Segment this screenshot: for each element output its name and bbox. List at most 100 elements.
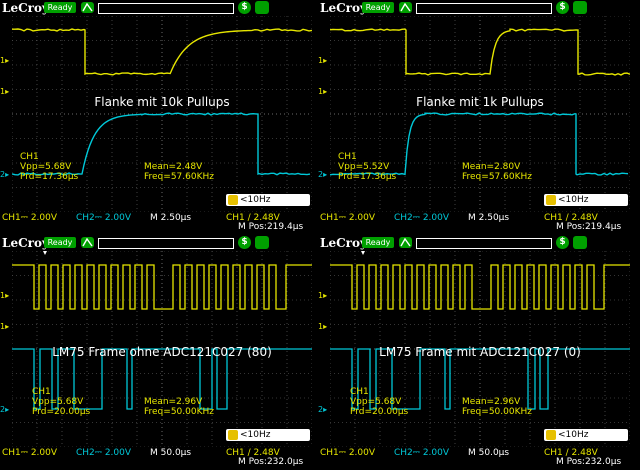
waveform-display: Flanke mit 10k Pullups CH1 Vpp=5.68V Prd… — [12, 16, 312, 212]
footer-bar: CH1⎓ 2.00V CH2⎓ 2.00V M 50.0µs CH1 ∕ 2.4… — [318, 447, 632, 465]
footer-bar: CH1⎓ 2.00V CH2⎓ 2.00V M 2.50µs CH1 ∕ 2.4… — [0, 212, 314, 230]
measure-ch: CH1 — [338, 152, 357, 162]
time-position-bar[interactable] — [98, 238, 234, 249]
time-position-bar[interactable] — [98, 3, 234, 14]
measure-vpp: Vpp=5.68V — [20, 162, 71, 172]
measure-prd: Prd=20.00µs — [350, 407, 408, 417]
measure-freq: Freq=50.00KHz — [144, 407, 214, 417]
save-icon[interactable]: $ — [238, 1, 251, 14]
trace-caption: LM75 Frame mit ADC121C027 (0) — [330, 345, 630, 359]
trigger-icon[interactable] — [399, 237, 412, 248]
ch2-marker[interactable]: 2▸ — [0, 405, 9, 414]
brand-logo: LeCroy — [320, 0, 367, 16]
bandwidth-text: <10Hz — [558, 195, 589, 205]
timebase[interactable]: M 2.50µs — [468, 213, 509, 223]
bandwidth-box[interactable]: <10Hz — [226, 429, 310, 441]
top-status-bar: LeCroy Ready $ — [318, 0, 632, 16]
bandwidth-box[interactable]: <10Hz — [544, 429, 628, 441]
measure-mean: Mean=2.80V — [462, 162, 520, 172]
ch1-marker[interactable]: 1▸ — [0, 56, 9, 65]
ch2-marker[interactable]: 2▸ — [318, 405, 327, 414]
top-status-bar: LeCroy Ready $ — [0, 235, 314, 251]
time-position-bar[interactable] — [416, 3, 552, 14]
top-status-bar: LeCroy Ready $ — [318, 235, 632, 251]
save-icon[interactable]: $ — [556, 1, 569, 14]
menu-icon[interactable] — [573, 236, 587, 249]
ch2-marker[interactable]: 2▸ — [318, 170, 327, 179]
ch2-scale[interactable]: CH2⎓ 2.00V — [394, 213, 449, 223]
scope-panel-2: LeCroy Ready $ Flanke mit 1k Pullups CH1… — [318, 0, 632, 230]
waveform-svg — [12, 16, 312, 212]
ch1-scale[interactable]: CH1⎓ 2.00V — [2, 448, 57, 458]
measure-freq: Freq=50.00KHz — [462, 407, 532, 417]
measure-mean: Mean=2.96V — [144, 397, 202, 407]
measure-prd: Prd=17.36µs — [338, 172, 396, 182]
trigger-icon[interactable] — [399, 2, 412, 13]
ch1-scale[interactable]: CH1⎓ 2.00V — [320, 213, 375, 223]
timebase[interactable]: M 50.0µs — [468, 448, 509, 458]
ch1-scale[interactable]: CH1⎓ 2.00V — [320, 448, 375, 458]
trace-caption: LM75 Frame ohne ADC121C027 (80) — [12, 345, 312, 359]
trigger-icon[interactable] — [81, 237, 94, 248]
ch1-marker[interactable]: 1▸ — [0, 291, 9, 300]
measure-mean: Mean=2.48V — [144, 162, 202, 172]
measure-prd: Prd=17.36µs — [20, 172, 78, 182]
ch2-marker[interactable]: 2▸ — [0, 170, 9, 179]
ch1-marker[interactable]: 1▸ — [318, 56, 327, 65]
menu-icon[interactable] — [255, 236, 269, 249]
brand-logo: LeCroy — [2, 235, 49, 251]
ch2-scale[interactable]: CH2⎓ 2.00V — [76, 213, 131, 223]
m-position: M Pos:219.4µs — [556, 222, 621, 232]
bw-icon — [228, 195, 238, 205]
bw-icon — [546, 195, 556, 205]
measure-mean: Mean=2.96V — [462, 397, 520, 407]
status-badge: Ready — [44, 237, 76, 248]
m-position: M Pos:232.0µs — [556, 457, 621, 467]
bw-icon — [228, 430, 238, 440]
trace-caption: Flanke mit 10k Pullups — [12, 95, 312, 109]
trigger-level-marker[interactable]: 1▸ — [0, 87, 9, 96]
top-status-bar: LeCroy Ready $ — [0, 0, 314, 16]
bandwidth-box[interactable]: <10Hz — [226, 194, 310, 206]
footer-bar: CH1⎓ 2.00V CH2⎓ 2.00V M 2.50µs CH1 ∕ 2.4… — [318, 212, 632, 230]
trigger-level-marker[interactable]: 1▸ — [318, 87, 327, 96]
trigger-level-marker[interactable]: 1▸ — [318, 322, 327, 331]
status-badge: Ready — [362, 237, 394, 248]
menu-icon[interactable] — [573, 1, 587, 14]
waveform-display: Flanke mit 1k Pullups CH1 Vpp=5.52V Prd=… — [330, 16, 630, 212]
measure-freq: Freq=57.60KHz — [462, 172, 532, 182]
bandwidth-box[interactable]: <10Hz — [544, 194, 628, 206]
waveform-svg — [330, 16, 630, 212]
measure-ch: CH1 — [32, 387, 51, 397]
measure-vpp: Vpp=5.68V — [350, 397, 401, 407]
timebase[interactable]: M 50.0µs — [150, 448, 191, 458]
menu-icon[interactable] — [255, 1, 269, 14]
measure-vpp: Vpp=5.52V — [338, 162, 389, 172]
save-icon[interactable]: $ — [238, 236, 251, 249]
measure-vpp: Vpp=5.68V — [32, 397, 83, 407]
ch2-scale[interactable]: CH2⎓ 2.00V — [394, 448, 449, 458]
trigger-point-icon — [42, 251, 48, 255]
m-position: M Pos:219.4µs — [238, 222, 303, 232]
trigger-icon[interactable] — [81, 2, 94, 13]
trigger-level-marker[interactable]: 1▸ — [0, 322, 9, 331]
scope-panel-4: LeCroy Ready $ LM75 Frame mit ADC121C027… — [318, 235, 632, 465]
trigger-point-icon — [360, 251, 366, 255]
brand-logo: LeCroy — [320, 235, 367, 251]
measure-prd: Prd=20.00µs — [32, 407, 90, 417]
status-badge: Ready — [362, 2, 394, 13]
timebase[interactable]: M 2.50µs — [150, 213, 191, 223]
brand-logo: LeCroy — [2, 0, 49, 16]
bandwidth-text: <10Hz — [240, 430, 271, 440]
status-badge: Ready — [44, 2, 76, 13]
ch1-trace — [12, 29, 312, 75]
trace-caption: Flanke mit 1k Pullups — [330, 95, 630, 109]
time-position-bar[interactable] — [416, 238, 552, 249]
save-icon[interactable]: $ — [556, 236, 569, 249]
waveform-display: LM75 Frame mit ADC121C027 (0) CH1 Vpp=5.… — [330, 251, 630, 447]
measure-ch: CH1 — [20, 152, 39, 162]
ch1-scale[interactable]: CH1⎓ 2.00V — [2, 213, 57, 223]
ch2-scale[interactable]: CH2⎓ 2.00V — [76, 448, 131, 458]
ch1-marker[interactable]: 1▸ — [318, 291, 327, 300]
scope-panel-1: LeCroy Ready $ Flanke mit 10k Pullups CH… — [0, 0, 314, 230]
